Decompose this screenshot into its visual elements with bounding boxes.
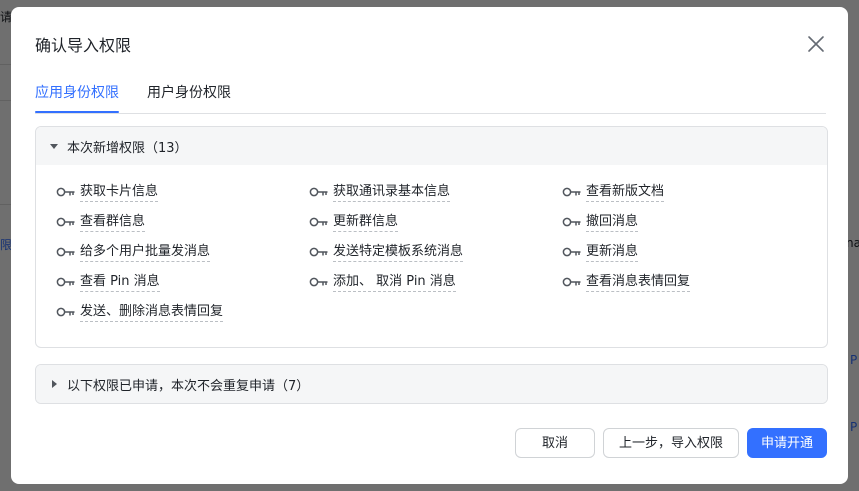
permission-label: 获取卡片信息 xyxy=(80,183,159,202)
key-icon xyxy=(309,187,328,197)
key-icon xyxy=(562,277,581,287)
active-tab-indicator xyxy=(35,111,119,113)
key-icon xyxy=(309,247,328,257)
tab-app-identity[interactable]: 应用身份权限 xyxy=(35,82,119,102)
permission-label: 查看消息表情回复 xyxy=(586,273,691,292)
confirm-import-permissions-dialog: 确认导入权限 应用身份权限 用户身份权限 本次新增权限（13） 获取卡片信息 获取… xyxy=(11,7,848,484)
permission-label: 更新消息 xyxy=(586,243,639,262)
key-icon xyxy=(562,217,581,227)
permission-label: 发送、删除消息表情回复 xyxy=(80,303,224,322)
cancel-button[interactable]: 取消 xyxy=(515,428,595,458)
permission-label: 查看 Pin 消息 xyxy=(80,273,160,292)
permission-label: 撤回消息 xyxy=(586,213,639,232)
key-icon xyxy=(56,217,75,227)
back-import-button[interactable]: 上一步，导入权限 xyxy=(603,428,739,458)
permission-label: 添加、 取消 Pin 消息 xyxy=(333,273,456,292)
permission-label: 更新群信息 xyxy=(333,213,399,232)
key-icon xyxy=(56,187,75,197)
caret-down-icon xyxy=(50,144,58,149)
key-icon xyxy=(56,277,75,287)
permission-label: 获取通讯录基本信息 xyxy=(333,183,451,202)
key-icon xyxy=(56,307,75,317)
key-icon xyxy=(562,247,581,257)
tab-user-identity[interactable]: 用户身份权限 xyxy=(147,82,231,102)
key-icon xyxy=(56,247,75,257)
permission-label: 查看群信息 xyxy=(80,213,146,232)
permission-tabs: 应用身份权限 用户身份权限 xyxy=(35,75,826,114)
new-permissions-header[interactable]: 本次新增权限（13） xyxy=(36,127,827,165)
new-permissions-panel: 本次新增权限（13） 获取卡片信息 获取通讯录基本信息 查看新版文档查看群信息 更新群… xyxy=(35,126,828,348)
permission-label: 查看新版文档 xyxy=(586,183,665,202)
key-icon xyxy=(309,217,328,227)
key-icon xyxy=(309,277,328,287)
close-icon xyxy=(808,36,824,52)
applied-permissions-header[interactable]: 以下权限已申请，本次不会重复申请（7） xyxy=(36,365,827,403)
applied-permissions-title: 以下权限已申请，本次不会重复申请（7） xyxy=(67,379,310,394)
key-icon xyxy=(562,187,581,197)
applied-permissions-panel: 以下权限已申请，本次不会重复申请（7） xyxy=(35,364,828,404)
apply-button[interactable]: 申请开通 xyxy=(747,428,827,458)
dialog-title: 确认导入权限 xyxy=(35,36,132,55)
close-button[interactable] xyxy=(803,31,829,57)
permission-label: 给多个用户批量发消息 xyxy=(80,243,211,262)
caret-right-icon xyxy=(52,380,57,388)
permission-label: 发送特定模板系统消息 xyxy=(333,243,464,262)
new-permissions-title: 本次新增权限（13） xyxy=(67,141,188,156)
